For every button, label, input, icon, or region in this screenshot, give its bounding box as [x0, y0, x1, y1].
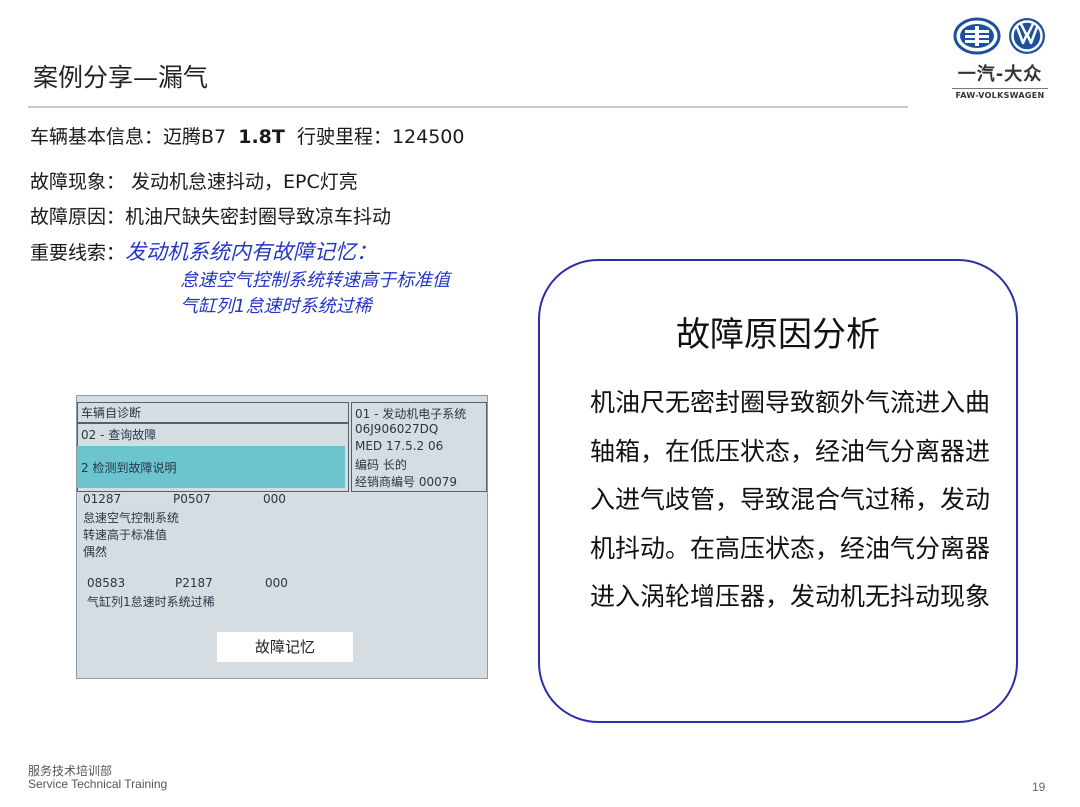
cause-line: 故障原因：机油尺缺失密封圈导致凉车抖动	[30, 206, 392, 228]
symptom-line: 故障现象： 发动机怠速抖动，EPC灯亮	[30, 171, 358, 193]
menu-item-self-diagnosis: 车辆自诊断	[81, 406, 142, 420]
fault-1-code: 01287	[83, 492, 122, 506]
ecu-name: 01 - 发动机电子系统	[355, 407, 467, 421]
clue-detail-1: 怠速空气控制系统转速高于标准值	[180, 270, 450, 291]
ecu-dealer-number: 经销商编号 00079	[355, 475, 457, 489]
vehicle-info-line: 车辆基本信息：迈腾B7 1.8T 行驶里程：124500	[30, 122, 464, 149]
fault-1-desc-1: 怠速空气控制系统	[83, 511, 180, 525]
menu-item-query-faults: 02 - 查询故障	[81, 428, 157, 442]
fault-1-pcode: P0507	[173, 492, 211, 506]
menu-divider	[77, 422, 349, 424]
ecu-part-number: 06J906027DQ	[355, 422, 439, 436]
fault-memory-label: 故障记忆	[217, 632, 353, 662]
faw-vw-logo: 一汽-大众 FAW-VOLKSWAGEN	[948, 16, 1052, 102]
fault-2-desc-1: 气缸列1怠速时系统过稀	[87, 595, 215, 609]
clue-detail-2: 气缸列1怠速时系统过稀	[180, 296, 372, 317]
vehicle-label: 车辆基本信息：迈腾B7	[30, 126, 227, 148]
analysis-card-body: 机油尺无密封圈导致额外气流进入曲轴箱，在低压状态，经油气分离器进入进气歧管，导致…	[590, 388, 991, 611]
fault-1-desc-3: 偶然	[83, 545, 108, 559]
engine-spec: 1.8T	[238, 126, 285, 148]
ecu-coding: 编码 长的	[355, 458, 407, 472]
page-number: 19	[1032, 780, 1046, 794]
clue-line: 重要线索：发动机系统内有故障记忆：	[30, 236, 377, 266]
fault-2-code: 08583	[87, 576, 126, 590]
fault-2-status: 000	[265, 576, 288, 590]
analysis-card: 故障原因分析 机油尺无密封圈导致额外气流进入曲轴箱，在低压状态，经油气分离器进入…	[538, 259, 1018, 723]
diagnostic-screen-photo: 车辆自诊断 02 - 查询故障 2 检测到故障说明 01 - 发动机电子系统 0…	[76, 395, 488, 679]
volkswagen-emblem-icon	[1009, 18, 1045, 54]
fault-1-status: 000	[263, 492, 286, 506]
fault-2-pcode: P2187	[175, 576, 213, 590]
page-title: 案例分享—漏气	[33, 63, 209, 92]
footer-department-en: Service Technical Training	[28, 777, 168, 791]
faw-emblem-icon	[953, 17, 1001, 55]
logo-marks	[948, 16, 1052, 56]
analysis-card-title: 故障原因分析	[676, 315, 880, 355]
clue-text: 发动机系统内有故障记忆：	[125, 240, 378, 264]
ecu-version: MED 17.5.2 06	[355, 439, 444, 453]
fault-1-desc-2: 转速高于标准值	[83, 528, 168, 542]
menu-item-fault-description: 2 检测到故障说明	[81, 461, 177, 475]
logo-brand-english: FAW-VOLKSWAGEN	[952, 88, 1048, 100]
clue-label: 重要线索：	[30, 242, 126, 264]
logo-brand-chinese: 一汽-大众	[957, 64, 1043, 85]
title-divider	[28, 106, 908, 108]
mileage: 行驶里程：124500	[296, 126, 465, 148]
